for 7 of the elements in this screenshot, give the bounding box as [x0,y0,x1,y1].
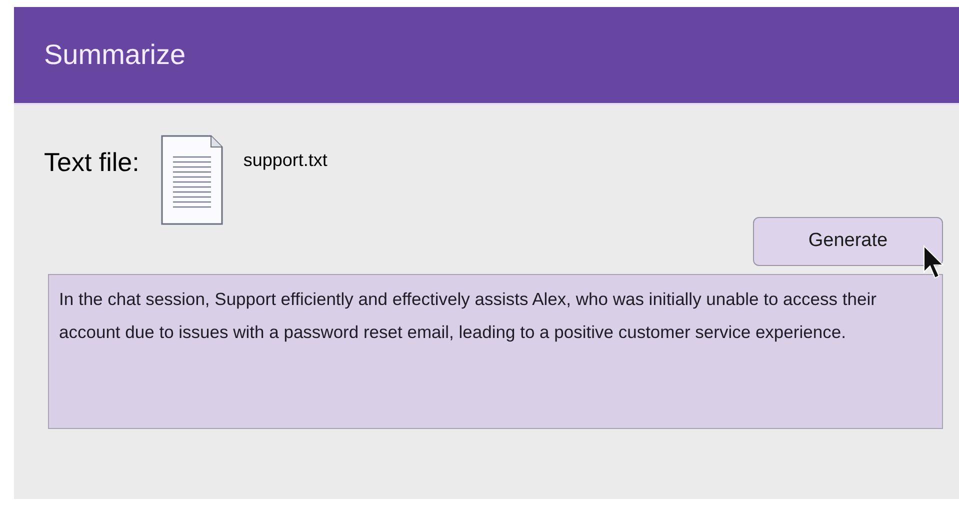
pointer-icon [923,245,945,281]
file-label: Text file: [44,146,140,179]
file-name: support.txt [243,149,328,172]
document-icon [161,135,224,225]
summary-output: In the chat session, Support efficiently and effectively assists Alex, who was initially unable to access their account due to issues with a password reset email, leading to a positive customer service experience. [48,274,943,429]
window-title: Summarize [44,38,186,72]
generate-button[interactable]: Generate [753,217,943,266]
